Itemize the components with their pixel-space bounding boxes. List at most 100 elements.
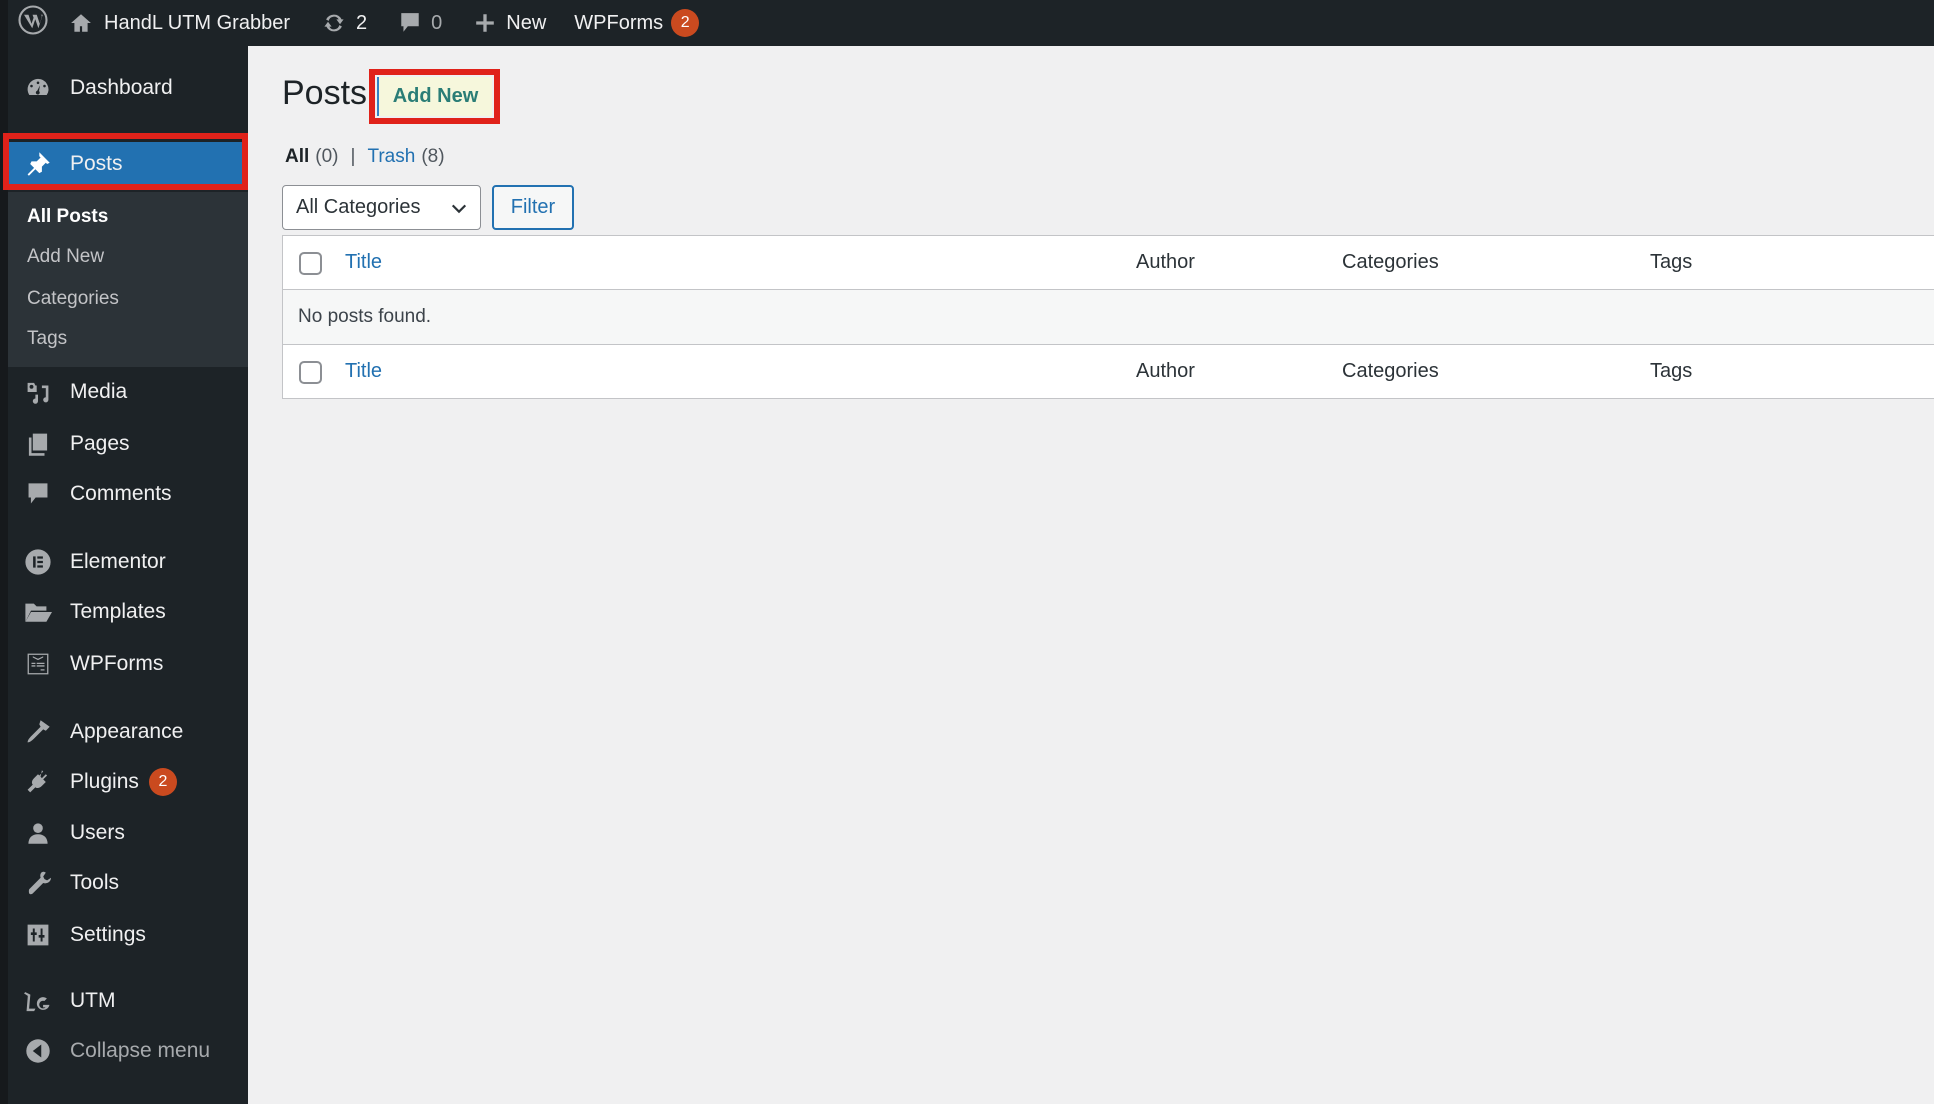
elementor-icon bbox=[22, 546, 54, 578]
pages-icon bbox=[22, 428, 54, 460]
sidebar-item-wpforms[interactable]: WPForms bbox=[8, 641, 248, 687]
paintbrush-icon bbox=[22, 716, 54, 748]
sidebar-label: UTM bbox=[70, 989, 116, 1012]
sidebar-item-posts[interactable]: Posts bbox=[8, 142, 248, 186]
sidebar-label: WPForms bbox=[70, 652, 164, 675]
page-title: Posts bbox=[282, 74, 368, 112]
sidebar-item-comments[interactable]: Comments bbox=[8, 471, 248, 517]
updates-icon bbox=[322, 11, 346, 35]
chevron-down-icon bbox=[450, 200, 468, 224]
add-new-highlight-box: Add New bbox=[369, 69, 500, 124]
submenu-add-new[interactable]: Add New bbox=[27, 246, 104, 268]
comments-link[interactable]: 0 bbox=[389, 0, 452, 46]
sidebar-label: Dashboard bbox=[70, 76, 173, 99]
filter-button[interactable]: Filter bbox=[492, 185, 574, 230]
sidebar-label: Collapse menu bbox=[70, 1039, 211, 1062]
posts-table: Title Author Categories Tags No posts fo… bbox=[282, 235, 1934, 399]
add-new-button[interactable]: Add New bbox=[377, 77, 492, 116]
updates-count: 2 bbox=[356, 11, 368, 34]
sidebar-edge bbox=[0, 46, 8, 1104]
pushpin-icon bbox=[22, 148, 54, 180]
new-content-link[interactable]: New bbox=[464, 0, 556, 46]
submenu-categories[interactable]: Categories bbox=[27, 288, 119, 310]
column-categories-footer: Categories bbox=[1342, 360, 1439, 382]
sidebar-item-appearance[interactable]: Appearance bbox=[8, 709, 248, 755]
view-all-count: (0) bbox=[315, 146, 339, 167]
wpforms-label: WPForms bbox=[574, 11, 664, 34]
sidebar-label: Comments bbox=[70, 482, 172, 505]
view-trash-link[interactable]: Trash bbox=[367, 146, 415, 168]
comments-icon bbox=[22, 478, 54, 510]
column-author: Author bbox=[1136, 251, 1195, 273]
sidebar-label: Users bbox=[70, 821, 125, 844]
dashboard-icon bbox=[22, 72, 54, 104]
sidebar-item-utm[interactable]: UTM bbox=[8, 978, 248, 1024]
home-icon bbox=[70, 12, 92, 34]
new-label: New bbox=[506, 11, 547, 34]
column-categories: Categories bbox=[1342, 251, 1439, 273]
admin-sidebar: Dashboard Posts All Posts Add New Catego… bbox=[0, 46, 248, 1104]
sidebar-label: Posts bbox=[70, 152, 123, 175]
sidebar-item-plugins[interactable]: Plugins 2 bbox=[8, 759, 248, 805]
sidebar-label: Media bbox=[70, 380, 128, 403]
column-tags-footer: Tags bbox=[1650, 360, 1693, 382]
post-status-views: All (0) | Trash (8) bbox=[285, 146, 445, 168]
wordpress-logo-button[interactable] bbox=[18, 0, 60, 46]
wrench-icon bbox=[22, 867, 54, 899]
view-separator: | bbox=[350, 146, 356, 167]
wpforms-notification-badge: 2 bbox=[671, 9, 700, 37]
updates-link[interactable]: 2 bbox=[312, 0, 377, 46]
media-icon bbox=[22, 376, 54, 408]
table-row: No posts found. bbox=[283, 290, 1934, 344]
sidebar-label: Tools bbox=[70, 871, 120, 894]
select-all-checkbox-footer[interactable] bbox=[299, 361, 322, 384]
sidebar-label: Plugins bbox=[70, 770, 139, 793]
sidebar-item-settings[interactable]: Settings bbox=[8, 912, 248, 958]
sliders-icon bbox=[22, 919, 54, 951]
table-header-row: Title Author Categories Tags bbox=[283, 236, 1934, 290]
collapse-menu-button[interactable]: Collapse menu bbox=[8, 1028, 248, 1074]
wpforms-admin-link[interactable]: WPForms 2 bbox=[564, 0, 709, 46]
comment-bubble-icon bbox=[399, 11, 421, 35]
folder-icon bbox=[22, 596, 54, 628]
table-footer-row: Title Author Categories Tags bbox=[283, 344, 1934, 398]
category-filter-select[interactable]: All Categories bbox=[282, 185, 481, 230]
user-icon bbox=[22, 817, 54, 849]
sidebar-item-tools[interactable]: Tools bbox=[8, 860, 248, 906]
sidebar-item-elementor[interactable]: Elementor bbox=[8, 539, 248, 585]
view-all-link[interactable]: All bbox=[285, 146, 309, 168]
submenu-all-posts[interactable]: All Posts bbox=[27, 206, 108, 228]
column-author-footer: Author bbox=[1136, 360, 1195, 382]
sidebar-label: Elementor bbox=[70, 550, 166, 573]
wordpress-logo-icon bbox=[18, 5, 48, 41]
sidebar-label: Templates bbox=[70, 600, 166, 623]
sidebar-item-media[interactable]: Media bbox=[8, 369, 248, 415]
main-content: Posts Add New All (0) | Trash (8) All Ca… bbox=[248, 46, 1934, 1104]
sidebar-item-templates[interactable]: Templates bbox=[8, 589, 248, 635]
site-name: HandL UTM Grabber bbox=[104, 11, 290, 34]
view-trash-count: (8) bbox=[421, 146, 445, 167]
utm-icon bbox=[22, 985, 54, 1017]
column-tags: Tags bbox=[1650, 251, 1693, 273]
comments-count: 0 bbox=[431, 11, 443, 34]
plugin-icon bbox=[22, 766, 54, 798]
collapse-icon bbox=[22, 1035, 54, 1067]
sidebar-item-users[interactable]: Users bbox=[8, 810, 248, 856]
select-all-checkbox[interactable] bbox=[299, 252, 322, 275]
sidebar-item-dashboard[interactable]: Dashboard bbox=[8, 65, 248, 111]
submenu-tags[interactable]: Tags bbox=[27, 328, 67, 350]
sidebar-item-pages[interactable]: Pages bbox=[8, 421, 248, 467]
admin-bar: HandL UTM Grabber 2 0 New WPForms 2 bbox=[0, 0, 1934, 1104]
sidebar-label: Appearance bbox=[70, 720, 184, 743]
category-filter-value: All Categories bbox=[296, 196, 421, 218]
sidebar-label: Pages bbox=[70, 432, 130, 455]
site-name-link[interactable]: HandL UTM Grabber bbox=[60, 0, 300, 46]
no-posts-message: No posts found. bbox=[298, 306, 432, 327]
plus-icon bbox=[474, 12, 496, 34]
column-title-sort[interactable]: Title bbox=[345, 251, 382, 274]
column-title-sort-footer[interactable]: Title bbox=[345, 360, 382, 383]
wpforms-icon bbox=[22, 648, 54, 680]
plugins-update-badge: 2 bbox=[148, 768, 177, 796]
sidebar-label: Settings bbox=[70, 923, 146, 946]
posts-submenu: All Posts Add New Categories Tags bbox=[8, 192, 248, 367]
